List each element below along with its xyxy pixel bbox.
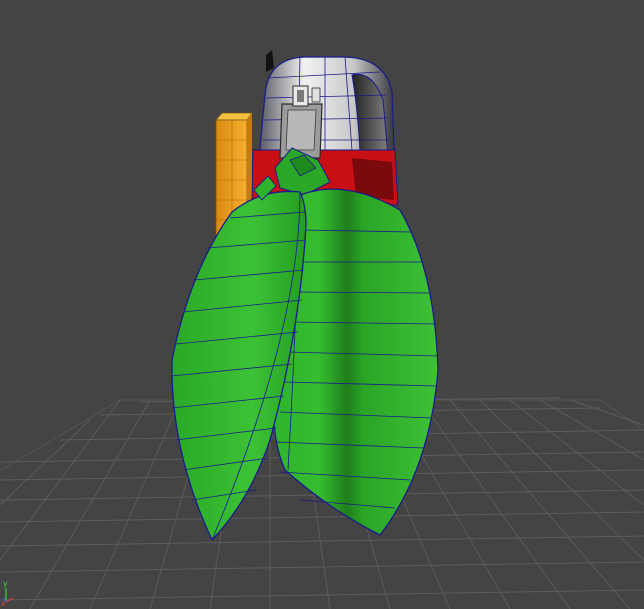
y-axis-label: y (3, 579, 8, 588)
x-axis-label: x (1, 599, 6, 608)
left-leaf-mesh[interactable] (171, 190, 307, 542)
3d-viewport[interactable]: y x (0, 0, 644, 609)
axis-indicator: y x (1, 579, 14, 608)
